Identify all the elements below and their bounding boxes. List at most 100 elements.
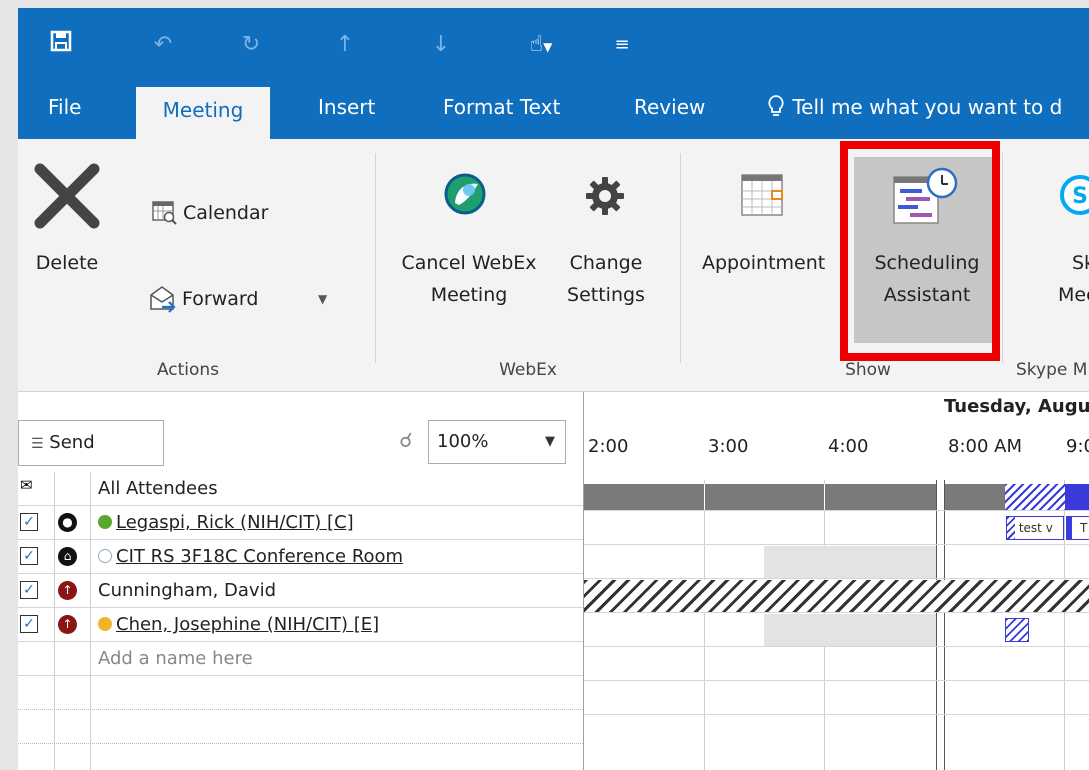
up-arrow-icon[interactable]: ↑ xyxy=(330,30,360,60)
time-label: 8:00 AM xyxy=(948,436,1022,457)
gear-icon[interactable] xyxy=(584,175,626,217)
add-name-row[interactable]: Add a name here xyxy=(18,642,583,676)
tab-insert[interactable]: Insert xyxy=(318,81,375,139)
time-label: 9:0 xyxy=(1066,436,1089,457)
delete-icon[interactable] xyxy=(32,161,102,231)
actions-group-label: Actions xyxy=(156,360,220,380)
time-label: 3:00 xyxy=(708,436,749,457)
time-label: 4:00 xyxy=(828,436,869,457)
tab-meeting[interactable]: Meeting xyxy=(136,87,270,139)
attendee-name[interactable]: Chen, Josephine (NIH/CIT) [E] xyxy=(98,608,379,642)
forward-icon[interactable] xyxy=(148,283,178,313)
tentative-pattern xyxy=(1007,517,1015,539)
attendee-checkbox[interactable]: ✓ xyxy=(20,513,38,531)
save-icon[interactable] xyxy=(46,30,76,60)
required-attendee-icon[interactable]: ● xyxy=(58,513,77,532)
send-button[interactable]: ☰ Send xyxy=(18,420,164,466)
busy-event[interactable]: T xyxy=(1066,516,1089,540)
empty-row xyxy=(18,744,583,770)
tab-review[interactable]: Review xyxy=(634,81,705,139)
calendar-icon[interactable] xyxy=(151,199,177,225)
zoom-select[interactable]: 100% ▼ xyxy=(428,420,566,464)
event-label: T xyxy=(1080,521,1088,535)
attendee-name[interactable]: Legaspi, Rick (NIH/CIT) [C] xyxy=(98,506,354,540)
redo-icon[interactable]: ↻ xyxy=(236,30,266,60)
chevron-down-icon: ▼ xyxy=(545,434,555,449)
tab-format-text[interactable]: Format Text xyxy=(443,81,560,139)
all-attendees-row: ✉ All Attendees xyxy=(18,472,583,506)
ribbon-tabs: File Meeting Insert Format Text Review T… xyxy=(18,81,1089,139)
add-name-input[interactable]: Add a name here xyxy=(98,642,253,676)
tentative-block xyxy=(1005,484,1065,510)
busy-bar-divider xyxy=(824,484,825,510)
attendee-row[interactable]: ✓ ⌂ CIT RS 3F18C Conference Room xyxy=(18,540,583,574)
free-busy-grid: Tuesday, Augu 2:00 3:00 4:00 8:00 AM 9:0… xyxy=(583,392,1089,770)
send-icon: ☰ xyxy=(31,436,44,452)
tell-me-box[interactable]: Tell me what you want to d xyxy=(766,81,1062,139)
empty-row xyxy=(18,676,583,710)
attendee-checkbox[interactable]: ✓ xyxy=(20,547,38,565)
attendee-checkbox[interactable]: ✓ xyxy=(20,581,38,599)
down-arrow-icon[interactable]: ↓ xyxy=(426,30,456,60)
row-line xyxy=(584,578,1089,579)
zoom-search-icon[interactable]: ☌ xyxy=(388,420,424,460)
attendee-row[interactable]: ✓ ↑ Cunningham, David xyxy=(18,574,583,608)
tentative-event[interactable]: test v xyxy=(1006,516,1064,540)
group-divider xyxy=(1002,153,1003,363)
send-label: Send xyxy=(49,432,95,453)
skype-meeting-button[interactable]: Sky Mee xyxy=(1058,247,1089,311)
attendee-row[interactable]: ✓ ● Legaspi, Rick (NIH/CIT) [C] xyxy=(18,506,583,540)
change-settings-label-1: Change xyxy=(569,252,643,274)
attendees-grid: ✉ All Attendees ✓ ● Legaspi, Rick (NIH/C… xyxy=(18,472,583,770)
all-attendees-label: All Attendees xyxy=(98,478,218,499)
touch-mode-icon[interactable]: ☝▼ xyxy=(516,30,566,60)
lightbulb-icon xyxy=(768,95,784,116)
hour-gridline xyxy=(704,480,705,770)
organizer-icon[interactable]: ↑ xyxy=(58,581,77,600)
undo-icon[interactable]: ↶ xyxy=(148,30,178,60)
busy-block xyxy=(1065,484,1089,510)
cancel-webex-meeting-button[interactable]: Cancel WebEx Meeting xyxy=(394,247,544,311)
presence-away-icon xyxy=(98,617,112,631)
scheduling-assistant-highlight xyxy=(840,141,1000,361)
hour-gridline xyxy=(1064,480,1065,770)
outlook-meeting-window: ↶ ↻ ↑ ↓ ☝▼ ≡ File Meeting Insert Format … xyxy=(18,8,1089,770)
group-divider xyxy=(680,153,681,363)
skype-icon[interactable]: S xyxy=(1058,173,1089,217)
tab-file[interactable]: File xyxy=(48,81,81,139)
all-attendees-busy-bar xyxy=(584,484,936,510)
webex-icon[interactable] xyxy=(444,173,486,215)
skype-group-label: Skype M xyxy=(1016,360,1088,380)
schedule-date: Tuesday, Augu xyxy=(944,396,1089,417)
attendee-name[interactable]: Cunningham, David xyxy=(98,574,276,608)
response-header-icon[interactable]: ✉ xyxy=(20,476,33,494)
time-label: 2:00 xyxy=(588,436,629,457)
row-line xyxy=(584,680,1089,681)
change-settings-label-2: Settings xyxy=(567,284,645,306)
resource-room-icon[interactable]: ⌂ xyxy=(58,547,77,566)
cancel-webex-label-1: Cancel WebEx xyxy=(401,252,537,274)
presence-available-icon xyxy=(98,515,112,529)
zoom-value: 100% xyxy=(437,431,489,452)
day-boundary-line xyxy=(944,480,945,770)
forward-dropdown-chevron-icon[interactable]: ▼ xyxy=(318,283,327,315)
group-divider xyxy=(375,153,376,363)
calendar-button[interactable]: Calendar xyxy=(183,197,268,229)
svg-text:S: S xyxy=(1072,184,1088,209)
customize-icon[interactable]: ≡ xyxy=(610,30,634,60)
attendee-checkbox[interactable]: ✓ xyxy=(20,615,38,633)
tell-me-text: Tell me what you want to d xyxy=(792,95,1063,119)
day-boundary-line xyxy=(936,480,937,770)
cancel-webex-label-2: Meeting xyxy=(430,284,508,306)
quick-access-toolbar: ↶ ↻ ↑ ↓ ☝▼ ≡ xyxy=(18,8,1089,81)
attendee-name[interactable]: CIT RS 3F18C Conference Room xyxy=(98,540,403,574)
required-attendee-icon[interactable]: ↑ xyxy=(58,615,77,634)
forward-button[interactable]: Forward xyxy=(182,283,258,315)
appointment-button[interactable]: Appointment xyxy=(702,247,825,279)
appointment-icon[interactable] xyxy=(740,173,784,217)
change-settings-button[interactable]: Change Settings xyxy=(556,247,656,311)
delete-button[interactable]: Delete xyxy=(32,247,102,279)
attendee-row[interactable]: ✓ ↑ Chen, Josephine (NIH/CIT) [E] xyxy=(18,608,583,642)
row-line xyxy=(584,612,1089,613)
event-label: test v xyxy=(1018,521,1053,535)
